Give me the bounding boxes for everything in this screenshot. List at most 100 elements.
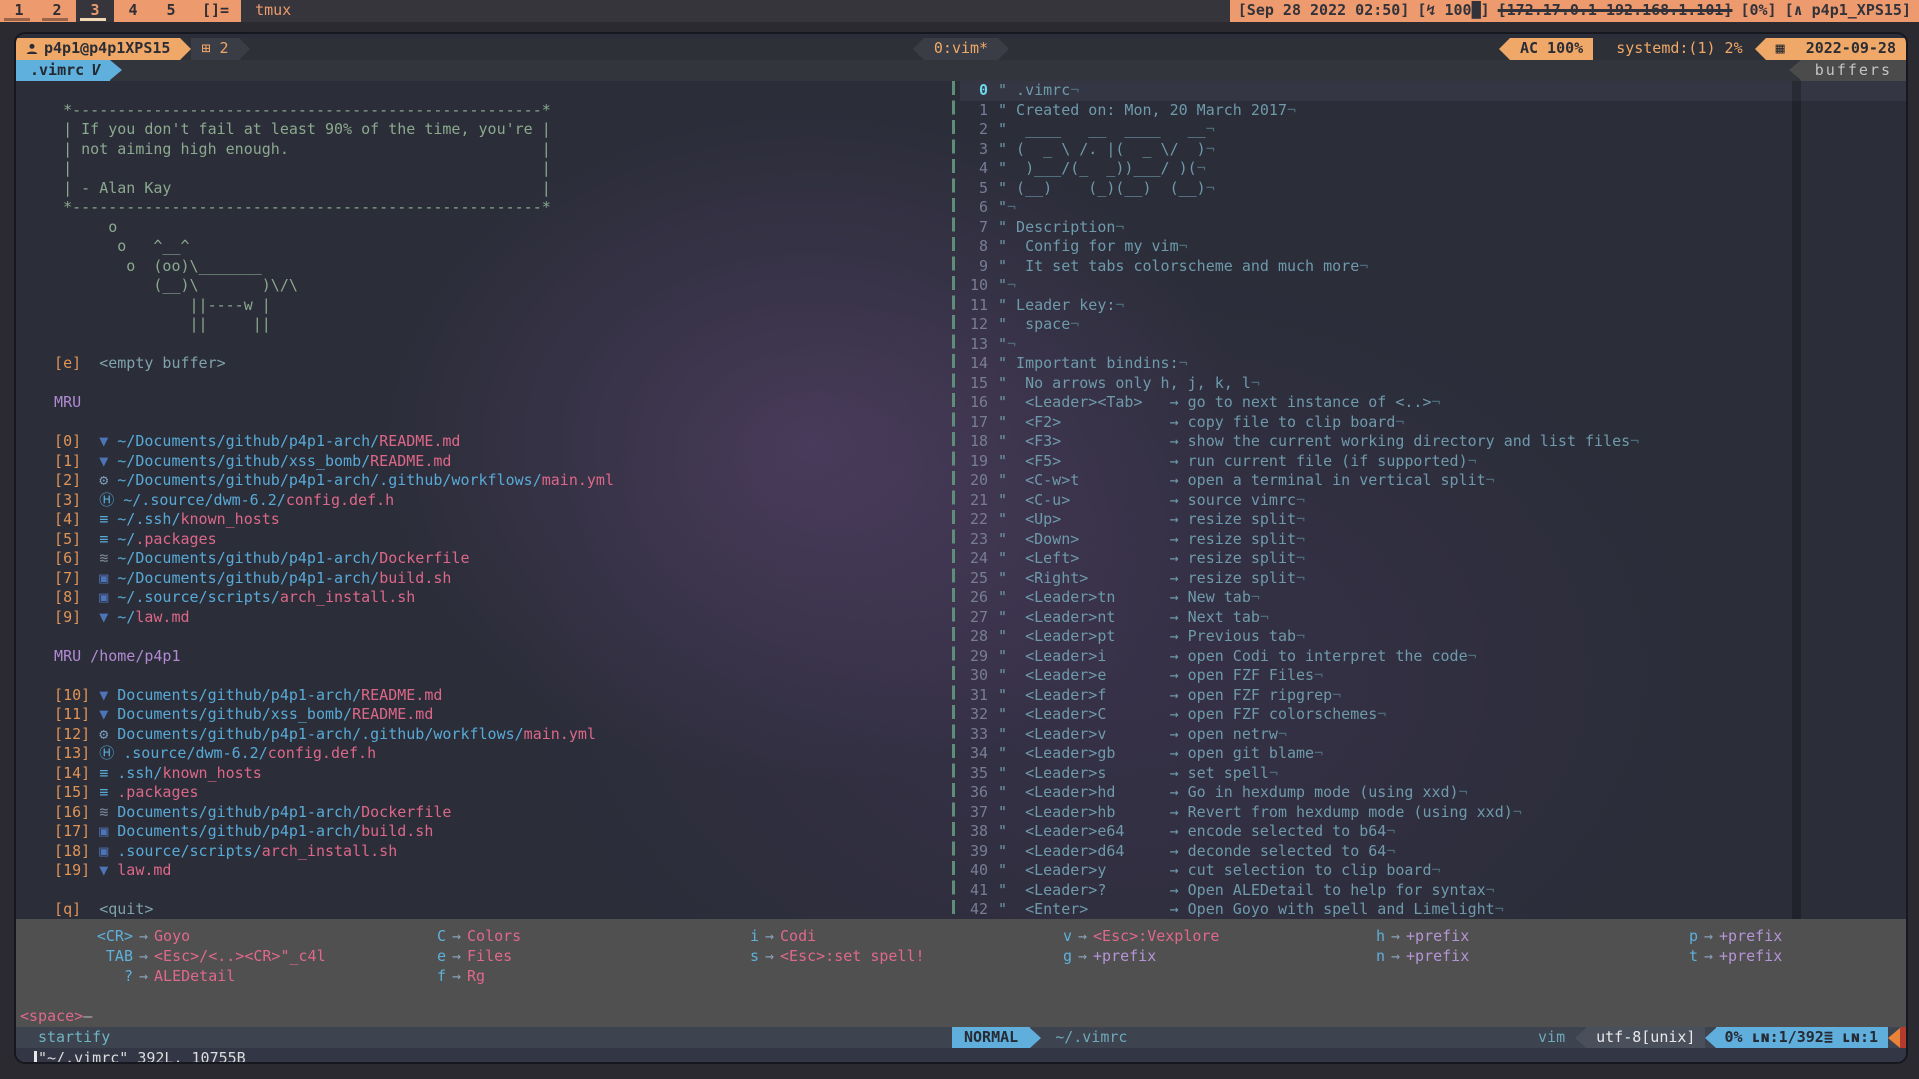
startify-entry[interactable]: [8] ▣ ~/.source/scripts/arch_install.sh (36, 588, 948, 608)
dwm-layout-symbol[interactable]: []= (190, 0, 241, 22)
line-number: 1 (960, 101, 988, 121)
vimrc-line: 10"¬ (960, 276, 1906, 296)
desktop: 12345 []= tmux [Sep 28 2022 02:50] [↯ 10… (0, 0, 1919, 1079)
vimrc-line: 0" .vimrc¬ (960, 81, 1906, 101)
tmux-date: ▦ 2022-09-28 (1766, 38, 1906, 60)
startify-entry[interactable]: [5] ≡ ~/.packages (36, 530, 948, 550)
startify-quote-line: | - Alan Kay | (36, 179, 948, 199)
startify-entry[interactable]: [4] ≡ ~/.ssh/known_hosts (36, 510, 948, 530)
vimrc-line: 31" <Leader>f → open FZF ripgrep¬ (960, 686, 1906, 706)
startify-entry[interactable]: [15] ≡ .packages (36, 783, 948, 803)
whichkey-binding[interactable]: TAB→<Esc>/<..><CR>"_c4l (71, 947, 376, 967)
startify-entry[interactable]: [6] ≋ ~/Documents/github/p4p1-arch/Docke… (36, 549, 948, 569)
startify-entry[interactable]: [0] ▼ ~/Documents/github/p4p1-arch/READM… (36, 432, 948, 452)
whichkey-binding[interactable]: C→Colors (384, 927, 689, 947)
line-number: 36 (960, 783, 988, 803)
sh-file-icon: ▣ (99, 822, 117, 840)
buffers-label[interactable]: buffers (1801, 60, 1906, 81)
startify-empty-buffer[interactable]: [e] <empty buffer> (36, 354, 948, 374)
dwm-tag-2[interactable]: 2 (38, 0, 76, 22)
whichkey-binding[interactable]: e→Files (384, 947, 689, 967)
startify-entry[interactable]: [14] ≡ .ssh/known_hosts (36, 764, 948, 784)
whichkey-binding[interactable]: s→<Esc>:set spell! (697, 947, 1002, 967)
dwm-window-title: tmux (241, 0, 305, 22)
vimrc-line: 24" <Left> → resize split¬ (960, 549, 1906, 569)
window-separator[interactable] (952, 81, 955, 919)
whichkey-binding[interactable]: t→+prefix (1636, 947, 1906, 967)
whichkey-binding[interactable]: v→<Esc>:Vexplore (1010, 927, 1315, 947)
startify-entry[interactable]: [11] ▼ Documents/github/xss_bomb/README.… (36, 705, 948, 725)
chevron-icon (1499, 38, 1510, 60)
startify-entry[interactable]: [10] ▼ Documents/github/p4p1-arch/README… (36, 686, 948, 706)
vim-icon: V (91, 61, 100, 81)
startify-quote-line: | not aiming high enough. | (36, 140, 948, 160)
line-number: 26 (960, 588, 988, 608)
line-number: 3 (960, 140, 988, 160)
startify-entry[interactable]: [16] ≋ Documents/github/p4p1-arch/Docker… (36, 803, 948, 823)
line-number: 8 (960, 237, 988, 257)
startify-entry[interactable]: [1] ▼ ~/Documents/github/xss_bomb/README… (36, 452, 948, 472)
whichkey-binding[interactable]: ?→ALEDetail (71, 967, 376, 987)
chevron-icon (1030, 1028, 1041, 1048)
dwm-tag-4[interactable]: 4 (114, 0, 152, 22)
vimrc-line: 1" Created on: Mon, 20 March 2017¬ (960, 101, 1906, 121)
whichkey-binding[interactable]: n→+prefix (1323, 947, 1628, 967)
vimrc-line: 3" ( _ \ /. |( _ \/ )¬ (960, 140, 1906, 160)
list-icon: ≣ (1824, 1028, 1833, 1048)
line-number: 37 (960, 803, 988, 823)
vimrc-line: 28" <Leader>pt → Previous tab¬ (960, 627, 1906, 647)
tab-vimrc[interactable]: .vimrc V (16, 60, 110, 81)
vimrc-line: 20" <C-w>t → open a terminal in vertical… (960, 471, 1906, 491)
startify-entry[interactable]: [3] Ⓗ ~/.source/dwm-6.2/config.def.h (36, 491, 948, 511)
startify-cow-line: ||----w | (36, 296, 948, 316)
whichkey-column: h→+prefixn→+prefix (1323, 927, 1628, 967)
tmux-window-name[interactable]: 0:vim* (924, 38, 998, 60)
vimrc-line: 11" Leader key:¬ (960, 296, 1906, 316)
startify-entry[interactable]: [2] ⚙ ~/Documents/github/p4p1-arch/.gith… (36, 471, 948, 491)
vimrc-line: 14" Important bindins:¬ (960, 354, 1906, 374)
tmux-current-window[interactable]: 0:vim* (913, 38, 1009, 60)
whichkey-binding[interactable]: f→Rg (384, 967, 689, 987)
sh-file-icon: ▣ (99, 588, 117, 606)
whichkey-binding[interactable]: g→+prefix (1010, 947, 1315, 967)
vimrc-line: 21" <C-u> → source vimrc¬ (960, 491, 1906, 511)
vimrc-line: 9" It set tabs colorscheme and much more… (960, 257, 1906, 277)
vimrc-line: 30" <Leader>e → open FZF Files¬ (960, 666, 1906, 686)
startify-entry[interactable]: [17] ▣ Documents/github/p4p1-arch/build.… (36, 822, 948, 842)
whichkey-binding[interactable]: i→Codi (697, 927, 1002, 947)
vimrc-line: 2" ____ __ ____ __¬ (960, 120, 1906, 140)
chevron-icon (1705, 1028, 1716, 1048)
line-number: 30 (960, 666, 988, 686)
calendar-icon: ▦ (1776, 39, 1785, 59)
whichkey-binding[interactable]: p→+prefix (1636, 927, 1906, 947)
startify-entry[interactable]: [19] ▼ law.md (36, 861, 948, 881)
vimrc-line: 16" <Leader><Tab> → go to next instance … (960, 393, 1906, 413)
tmux-window-count: ⊞ 2 (191, 38, 238, 60)
startify-entry[interactable]: [9] ▼ ~/law.md (36, 608, 948, 628)
startify-entry[interactable]: [18] ▣ .source/scripts/arch_install.sh (36, 842, 948, 862)
dwm-tag-1[interactable]: 1 (0, 0, 38, 22)
statusline-position: 0% ʟɴ:1/392≣ ʟɴ:1 (1716, 1027, 1888, 1048)
vimrc-line: 37" <Leader>hb → Revert from hexdump mod… (960, 803, 1906, 823)
startify-entry[interactable]: [13] Ⓗ .source/dwm-6.2/config.def.h (36, 744, 948, 764)
dwm-tag-3[interactable]: 3 (76, 0, 114, 22)
dwm-tag-5[interactable]: 5 (152, 0, 190, 22)
whichkey-binding[interactable]: <CR>→Goyo (71, 927, 376, 947)
user-icon (26, 43, 38, 55)
whichkey-column: <CR>→GoyoTAB→<Esc>/<..><CR>"_c4l?→ALEDet… (71, 927, 376, 987)
line-number: 21 (960, 491, 988, 511)
line-number: 19 (960, 452, 988, 472)
battery-icon: █ (1472, 1, 1481, 19)
chevron-icon (110, 60, 122, 80)
startify-entry[interactable]: [12] ⚙ Documents/github/p4p1-arch/.githu… (36, 725, 948, 745)
startify-entry[interactable]: [7] ▣ ~/Documents/github/p4p1-arch/build… (36, 569, 948, 589)
lines-file-icon: ≡ (99, 764, 117, 782)
startify-quit[interactable]: [q] <quit> (36, 900, 948, 919)
vimrc-pane[interactable]: 0" .vimrc¬1" Created on: Mon, 20 March 2… (960, 81, 1906, 919)
startify-pane[interactable]: *---------------------------------------… (16, 81, 948, 919)
md-file-icon: ▼ (99, 608, 117, 626)
line-number: 20 (960, 471, 988, 491)
vimrc-line: 42" <Enter> → Open Goyo with spell and L… (960, 900, 1906, 919)
dwm-tag-list: 12345 (0, 0, 190, 22)
whichkey-binding[interactable]: h→+prefix (1323, 927, 1628, 947)
